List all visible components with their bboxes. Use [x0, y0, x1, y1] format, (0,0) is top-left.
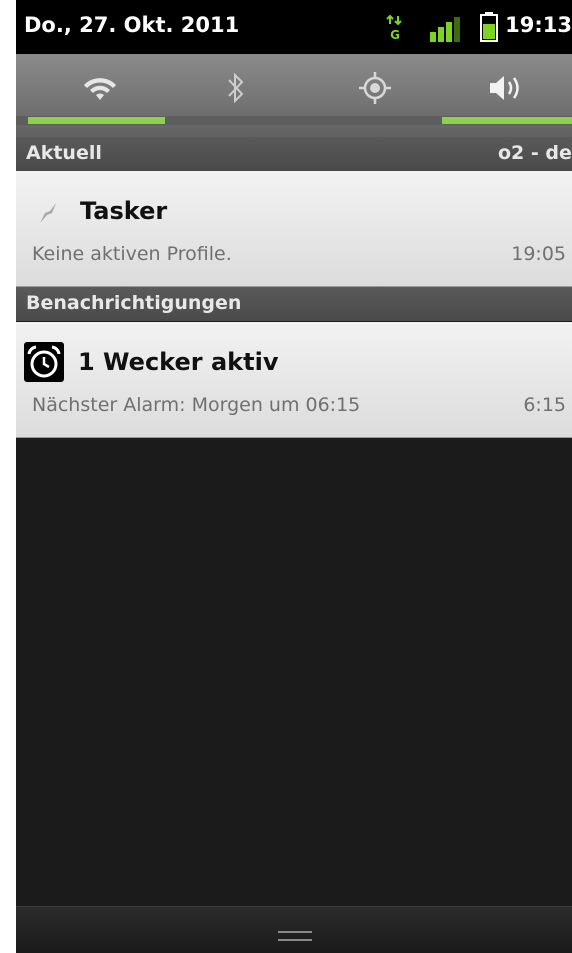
bluetooth-icon — [224, 71, 248, 109]
wifi-toggle-indicator — [28, 117, 165, 124]
notifications-header-label: Benachrichtigungen — [26, 292, 242, 314]
data-transfer-icon: G — [386, 14, 404, 44]
tasker-time: 19:05 — [511, 243, 566, 265]
shade-close-handle[interactable] — [16, 906, 572, 953]
sound-toggle-indicator — [442, 117, 572, 124]
carrier-label: o2 - de — [498, 142, 572, 164]
alarm-clock-icon — [24, 342, 64, 386]
tasker-title: Tasker — [80, 197, 168, 225]
notification-shade: Do., 27. Okt. 2011 G 19:13 Aktuell o2 - … — [16, 0, 572, 953]
alarm-title: 1 Wecker aktiv — [78, 348, 279, 376]
notifications-header: Benachrichtigungen — [16, 287, 572, 321]
alarm-time: 6:15 — [523, 394, 566, 416]
drag-handle-icon — [278, 931, 312, 941]
tasker-text: Keine aktiven Profile. — [32, 243, 232, 265]
alarm-text: Nächster Alarm: Morgen um 06:15 — [32, 394, 361, 416]
wifi-icon — [80, 73, 120, 107]
svg-text:G: G — [390, 28, 400, 40]
alarm-notification[interactable]: 1 Wecker aktiv Nächster Alarm: Morgen um… — [16, 322, 572, 438]
gps-icon — [357, 70, 393, 110]
ongoing-header: Aktuell o2 - de — [16, 137, 572, 171]
tasker-icon — [36, 201, 60, 229]
ongoing-header-label: Aktuell — [26, 142, 102, 164]
status-bar: Do., 27. Okt. 2011 G 19:13 — [16, 0, 572, 54]
signal-icon — [428, 16, 462, 46]
battery-icon — [480, 12, 498, 46]
status-time: 19:13 — [505, 13, 572, 37]
tasker-notification[interactable]: Tasker Keine aktiven Profile. 19:05 — [16, 171, 572, 287]
status-date: Do., 27. Okt. 2011 — [24, 13, 240, 37]
sound-icon — [486, 73, 526, 107]
